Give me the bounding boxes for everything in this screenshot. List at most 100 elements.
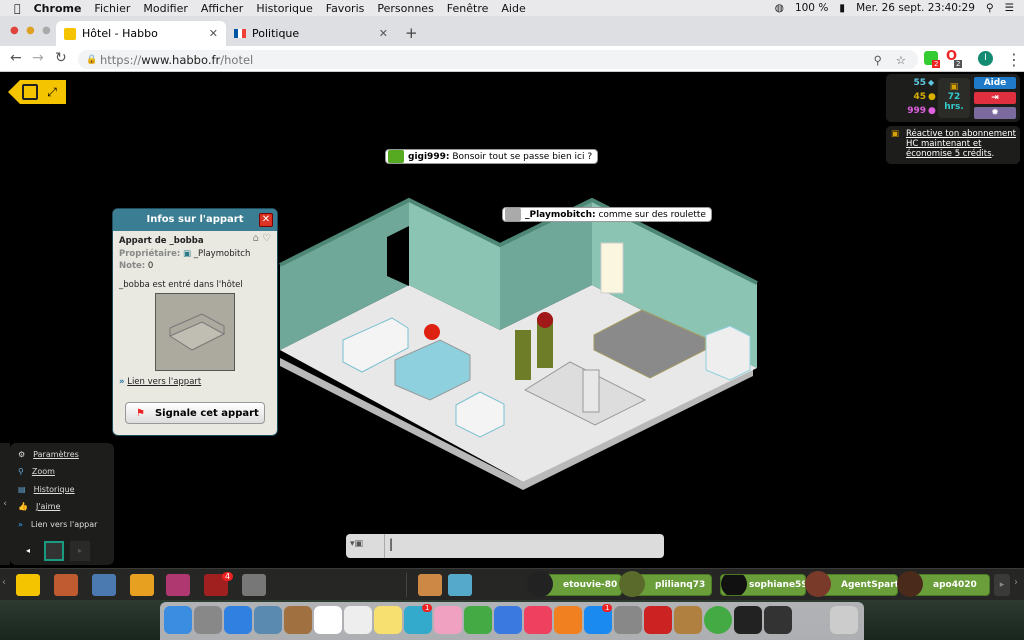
key-icon[interactable]: ⚲ xyxy=(874,53,882,67)
menu-aide[interactable]: Aide xyxy=(501,2,525,15)
menu-afficher[interactable]: Afficher xyxy=(201,2,243,15)
system-preferences-icon[interactable] xyxy=(614,606,642,634)
owner-name[interactable]: _Playmobitch xyxy=(194,249,251,259)
help-button[interactable]: Aide xyxy=(974,77,1016,89)
navigator-icon[interactable] xyxy=(54,574,78,596)
room-thumbnail xyxy=(155,293,235,371)
friend-name: sophiane5951( xyxy=(749,580,805,590)
report-room-button[interactable]: ⚑ Signale cet appart xyxy=(125,402,265,424)
hc-status[interactable]: ▣ 72 hrs. xyxy=(938,78,970,118)
chrome-icon[interactable] xyxy=(704,606,732,634)
activity-monitor-icon[interactable] xyxy=(764,606,792,634)
hc-count: 72 xyxy=(947,92,961,102)
menu-item-zoom[interactable]: ⚲ Zoom xyxy=(18,467,55,476)
window-close-icon[interactable]: ● xyxy=(10,25,19,36)
tab-politique[interactable]: Politique ✕ xyxy=(226,21,396,46)
battery-percent[interactable]: 100 % xyxy=(795,2,828,14)
music-icon[interactable] xyxy=(524,606,552,634)
reminders-icon[interactable] xyxy=(344,606,372,634)
profile-avatar[interactable]: I xyxy=(978,51,993,66)
habbo-game[interactable]: ⤢ gigi999: Bonsoir tout se passe bien ic… xyxy=(0,72,1024,600)
next-arrow-icon[interactable]: ▸ xyxy=(70,541,90,561)
menu-modifier[interactable]: Modifier xyxy=(143,2,187,15)
search-friends-icon[interactable] xyxy=(448,574,472,596)
menu-fenetre[interactable]: Fenêtre xyxy=(447,2,489,15)
chat-username: gigi999: xyxy=(408,151,450,162)
chat-style-dropdown-icon[interactable]: ▾▣ xyxy=(350,539,363,549)
collapse-side-menu-button[interactable]: ‹ xyxy=(0,443,10,565)
menu-historique[interactable]: Historique xyxy=(256,2,312,15)
friends-next-button[interactable]: ▸ xyxy=(994,574,1010,596)
bookmark-star-icon[interactable]: ☆ xyxy=(896,53,906,67)
friend-apo4020[interactable]: apo4020 xyxy=(897,571,990,597)
clock[interactable]: Mer. 26 sept. 23:40:29 xyxy=(856,2,975,14)
room-link[interactable]: Lien vers l'appart xyxy=(127,377,201,387)
menu-personnes[interactable]: Personnes xyxy=(377,2,433,15)
launchpad-icon[interactable] xyxy=(194,606,222,634)
builders-club-icon[interactable] xyxy=(130,574,154,596)
exit-button[interactable]: ⇥ xyxy=(974,92,1016,104)
finder-icon[interactable] xyxy=(164,606,192,634)
hotel-icon[interactable] xyxy=(16,574,40,596)
home-room-icon[interactable]: ⌂ xyxy=(253,233,259,244)
collapse-toolbar-icon[interactable]: ‹ xyxy=(2,577,6,588)
tab-hotel[interactable]: Hôtel - Habbo ✕ xyxy=(56,21,226,46)
numbers-icon[interactable] xyxy=(464,606,492,634)
notification-center-icon[interactable]: ☰ xyxy=(1005,2,1014,14)
credits-count: 45 xyxy=(913,92,926,102)
reload-icon[interactable]: ↻ xyxy=(55,50,67,66)
trash-icon[interactable] xyxy=(830,606,858,634)
menu-fichier[interactable]: Fichier xyxy=(94,2,130,15)
friend-plilianq73[interactable]: plilianq73 xyxy=(619,571,712,597)
window-zoom-icon[interactable]: ● xyxy=(42,25,51,36)
chrome-menu-icon[interactable]: ⋮ xyxy=(1006,50,1022,69)
notes-icon[interactable] xyxy=(374,606,402,634)
friend-sophiane5951[interactable]: sophiane5951( xyxy=(720,574,806,596)
inventory-icon[interactable] xyxy=(166,574,190,596)
friend-etouvie-80[interactable]: etouvie-80 xyxy=(527,571,622,597)
menu-item-settings[interactable]: ⚙ Paramètres xyxy=(18,450,79,459)
menu-item-like[interactable]: 👍 J'aime xyxy=(18,502,60,511)
back-icon[interactable]: ← xyxy=(10,50,22,66)
menu-item-link[interactable]: » Lien vers l'appar xyxy=(18,520,97,529)
prev-arrow-icon[interactable]: ◂ xyxy=(26,546,30,555)
books-icon[interactable] xyxy=(554,606,582,634)
hc-notice[interactable]: ▣ Réactive ton abonnement HC maintenant … xyxy=(886,126,1020,164)
camera-icon[interactable] xyxy=(242,574,266,596)
friends-icon[interactable] xyxy=(418,574,442,596)
menu-favoris[interactable]: Favoris xyxy=(326,2,365,15)
forward-icon[interactable]: → xyxy=(32,50,44,66)
spotlight-icon[interactable]: ⚲ xyxy=(986,2,994,14)
expand-toolbar-icon[interactable]: › xyxy=(1014,577,1018,588)
room-history-thumb[interactable] xyxy=(44,541,64,561)
menu-app[interactable]: Chrome xyxy=(34,2,82,15)
new-tab-button[interactable]: + xyxy=(405,24,418,42)
close-button[interactable]: ✕ xyxy=(259,213,273,227)
friend-name: plilianq73 xyxy=(655,580,706,590)
window-minimize-icon[interactable]: ● xyxy=(26,25,35,36)
calendar-icon[interactable] xyxy=(314,606,342,634)
chat-bubble[interactable]: gigi999: Bonsoir tout se passe bien ici … xyxy=(385,149,599,164)
final-cut-icon[interactable] xyxy=(734,606,762,634)
photo-booth-icon[interactable] xyxy=(644,606,672,634)
url-input[interactable]: 🔒 https://www.habbo.fr/hotel ⚲ ☆ xyxy=(78,50,918,69)
contacts-icon[interactable] xyxy=(284,606,312,634)
menu-item-history[interactable]: ▤ Historique xyxy=(18,485,75,494)
chat-bubble[interactable]: _Playmobitch: comme sur des roulette xyxy=(502,207,712,222)
settings-button[interactable]: ✹ xyxy=(974,107,1016,119)
close-tab-icon[interactable]: ✕ xyxy=(379,27,388,40)
catalog-icon[interactable] xyxy=(92,574,116,596)
archive-utility-icon[interactable] xyxy=(674,606,702,634)
safari-icon[interactable] xyxy=(224,606,252,634)
chat-input[interactable]: | xyxy=(384,534,664,558)
preview-icon[interactable] xyxy=(254,606,282,634)
friend-agentspart12[interactable]: AgentSpart12 xyxy=(805,571,911,597)
gear-icon: ⚙ xyxy=(18,450,26,459)
favorite-heart-icon[interactable]: ♡ xyxy=(262,233,271,244)
hc-notice-link[interactable]: Réactive ton abonnement HC maintenant et… xyxy=(906,129,1016,159)
apple-menu-icon[interactable]:  xyxy=(14,2,21,15)
keynote-icon[interactable] xyxy=(494,606,522,634)
wifi-icon[interactable]: ◍ xyxy=(775,2,784,14)
close-tab-icon[interactable]: ✕ xyxy=(209,27,218,40)
photos-icon[interactable] xyxy=(434,606,462,634)
